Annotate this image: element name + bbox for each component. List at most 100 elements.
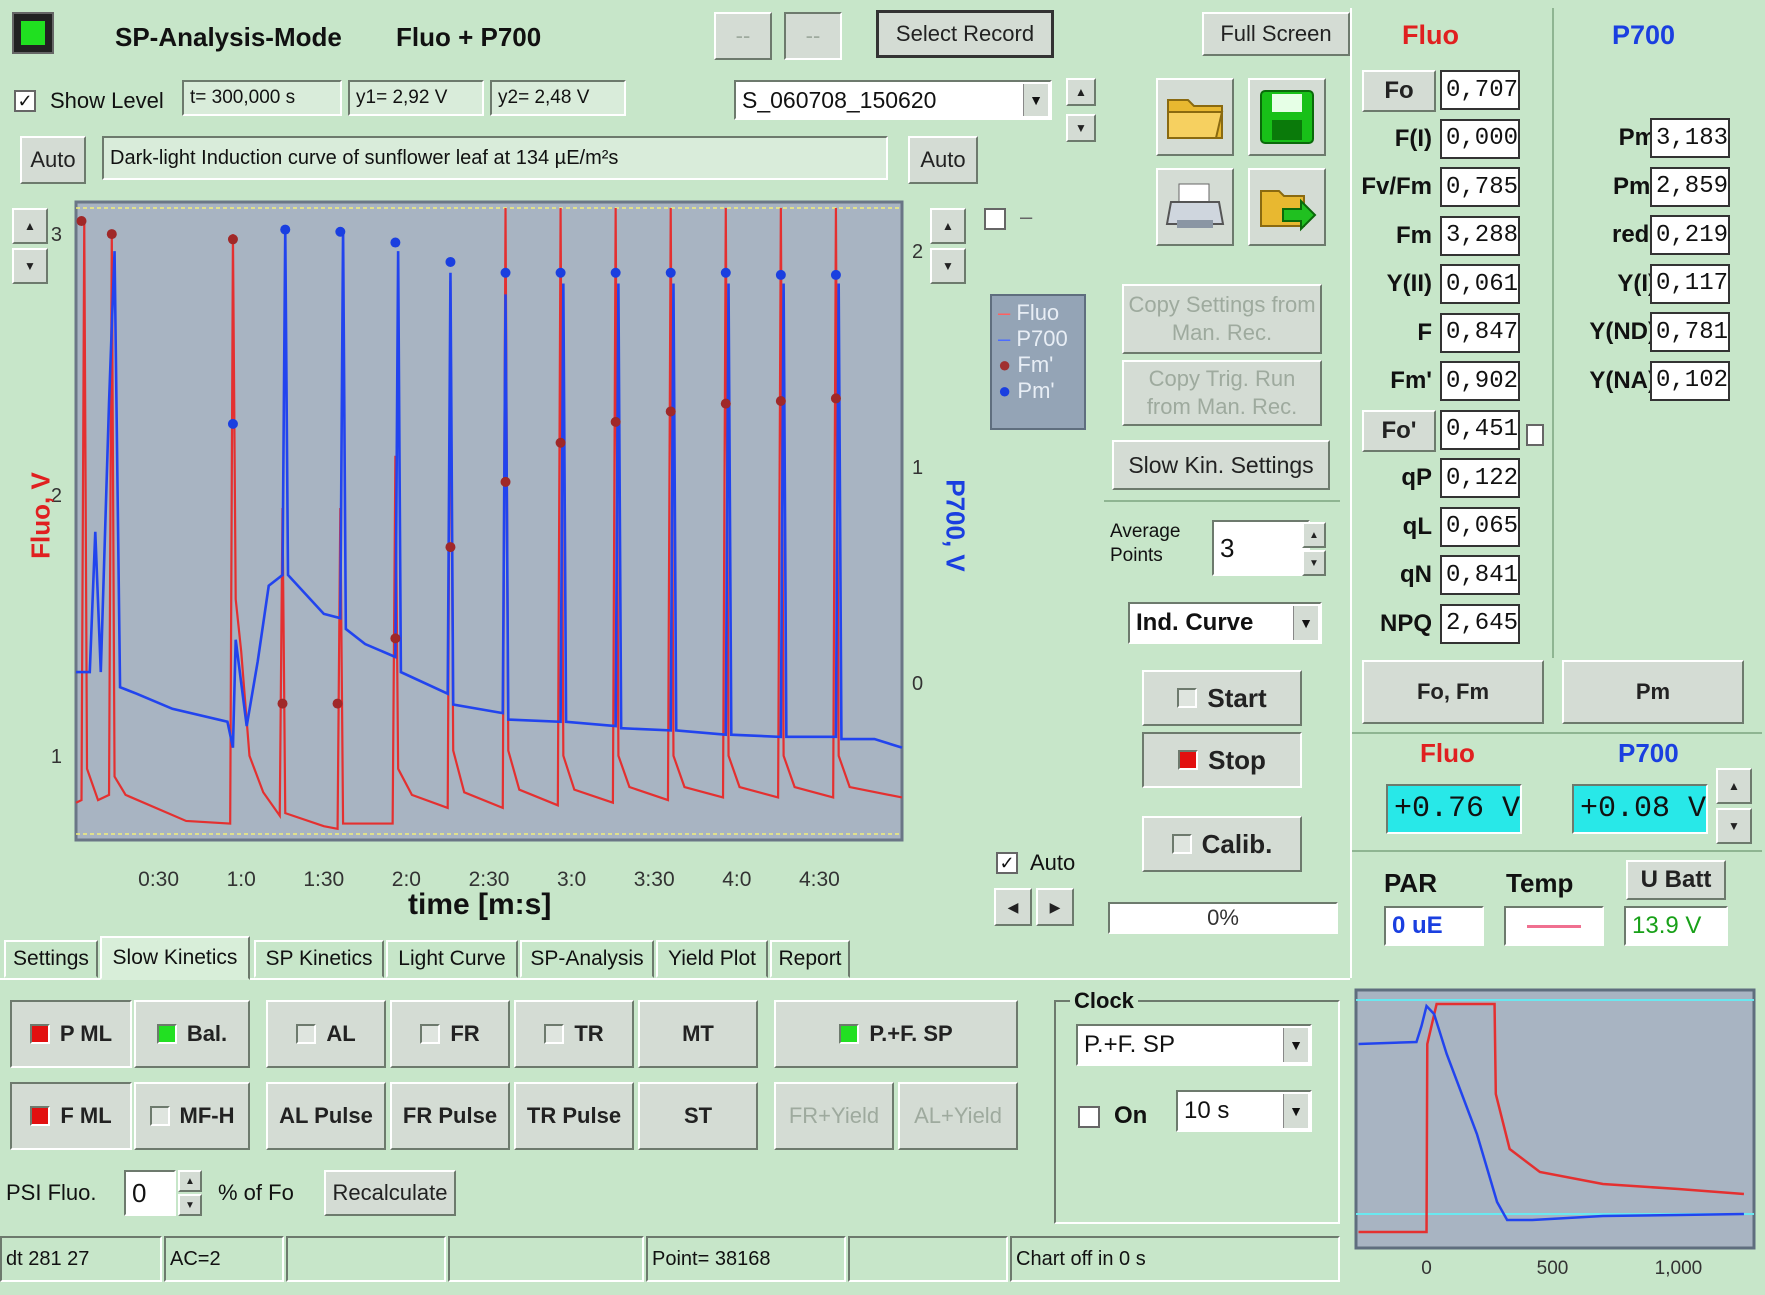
fo-fm-button[interactable]: Fo, Fm [1362,660,1544,724]
tr-pulse-button[interactable]: TR Pulse [514,1082,634,1150]
p-ml-button[interactable]: P ML [10,1000,132,1068]
reading-up-button[interactable]: ▲ [1716,768,1752,804]
fr-pulse-button[interactable]: FR Pulse [390,1082,510,1150]
t-readout: t= 300,000 s [182,80,342,116]
fluo-param-name[interactable]: Fo' [1362,409,1436,452]
fluo-param-name: qL [1402,512,1432,540]
extra-checkbox-dash: – [1020,204,1033,229]
tab-sp-analysis[interactable]: SP-Analysis [520,940,654,978]
auto-scale-checkbox[interactable]: ✓ [996,852,1018,874]
mt-button[interactable]: MT [638,1000,758,1068]
auto-left-button[interactable]: Auto [20,136,86,184]
scroll-right-button[interactable]: ▶ [1036,888,1074,926]
prev-button[interactable]: -- [714,12,772,60]
fluo-param-name: F [1417,318,1432,346]
psi-up-button[interactable]: ▲ [178,1170,202,1192]
clock-on-checkbox[interactable] [1078,1106,1100,1128]
x-tick-label: 3:30 [634,868,675,891]
pm-button[interactable]: Pm [1562,660,1744,724]
fluo-param-value: 0,065 [1440,506,1520,547]
tab-report[interactable]: Report [770,940,850,978]
chevron-down-icon[interactable]: ▼ [1023,84,1048,116]
p700-param-name: Y(I) [1617,269,1656,297]
fr-button[interactable]: FR [390,1000,510,1068]
slow-kin-settings-button[interactable]: Slow Kin. Settings [1112,440,1330,490]
start-button[interactable]: Start [1142,670,1302,726]
copy-trig-run-button[interactable]: Copy Trig. Run from Man. Rec. [1122,360,1322,426]
tab-yield-plot[interactable]: Yield Plot [656,940,768,978]
avg-down-button[interactable]: ▼ [1302,550,1326,576]
p700-param-value: 2,859 [1650,166,1730,207]
p700-param-value: 0,102 [1650,360,1730,401]
induction-chart[interactable]: 0:30 1:0 1:30 2:0 2:30 3:0 3:30 4:0 4:30123012 [0,190,1000,930]
open-folder-button[interactable] [1156,78,1234,156]
p700-param-name: Pm [1618,124,1656,151]
clock-interval-select[interactable]: 10 s ▼ [1176,1090,1312,1132]
chevron-down-icon[interactable]: ▼ [1293,606,1318,640]
al-button[interactable]: AL [266,1000,386,1068]
ubatt-button[interactable]: U Batt [1626,860,1726,900]
tab-light-curve[interactable]: Light Curve [386,940,518,978]
fm-prime-marker [445,542,456,553]
tab-slow-kinetics[interactable]: Slow Kinetics [100,936,250,980]
save-button[interactable] [1248,78,1326,156]
tab-sp-kinetics[interactable]: SP Kinetics [254,940,384,978]
psi-down-button[interactable]: ▼ [178,1194,202,1216]
pf-sp-button[interactable]: P.+F. SP [774,1000,1018,1068]
record-comment[interactable]: Dark-light Induction curve of sunflower … [102,136,888,180]
calib-button[interactable]: Calib. [1142,816,1302,872]
next-button[interactable]: -- [784,12,842,60]
chevron-down-icon[interactable]: ▼ [1283,1028,1308,1062]
fluo-param-name: Fm [1396,221,1432,249]
fluo-param-name: qP [1401,464,1432,491]
average-points-input[interactable]: 3 [1212,520,1310,576]
fr-yield-button[interactable]: FR+Yield [774,1082,894,1150]
recalculate-button[interactable]: Recalculate [324,1170,456,1216]
print-button[interactable] [1156,168,1234,246]
x-axis-label: time [m:s] [408,888,552,921]
clock-trigger-select[interactable]: P.+F. SP ▼ [1076,1024,1312,1066]
scroll-left-button[interactable]: ◀ [994,888,1032,926]
show-level-checkbox[interactable]: ✓ [14,90,36,112]
record-down-button[interactable]: ▼ [1066,114,1096,142]
fluo-param-name: qN [1400,561,1432,588]
reading-down-button[interactable]: ▼ [1716,808,1752,844]
full-screen-button[interactable]: Full Screen [1202,12,1350,56]
mf-h-indicator [149,1106,170,1126]
f-ml-button[interactable]: F ML [10,1082,132,1150]
record-name: S_060708_150620 [742,86,937,113]
al-yield-button[interactable]: AL+Yield [898,1082,1018,1150]
st-button[interactable]: ST [638,1082,758,1150]
fo-prime-checkbox[interactable] [1526,424,1544,446]
auto-right-button[interactable]: Auto [908,136,978,184]
record-up-button[interactable]: ▲ [1066,78,1096,106]
y-axis-right-label: P700, V [940,479,971,572]
psi-fluo-input[interactable]: 0 [124,1170,176,1216]
al-pulse-button[interactable]: AL Pulse [266,1082,386,1150]
record-select[interactable]: S_060708_150620 ▼ [734,80,1052,120]
legend-item-pm: ● Pm' [998,378,1055,403]
tab-settings[interactable]: Settings [4,940,98,978]
clock-on-label: On [1114,1102,1148,1129]
chevron-down-icon[interactable]: ▼ [1283,1094,1308,1128]
mf-h-button[interactable]: MF-H [134,1082,250,1150]
legend-item-fm: ● Fm' [998,352,1054,377]
mini-x-tick-label: 500 [1537,1258,1569,1279]
select-record-button[interactable]: Select Record [876,10,1054,58]
bal-button[interactable]: Bal. [134,1000,250,1068]
fluo-param-name[interactable]: Fo [1362,70,1436,112]
curve-type-select[interactable]: Ind. Curve ▼ [1128,602,1322,644]
average-points-label: Average Points [1110,521,1181,566]
par-value: 0 uE [1384,906,1484,946]
pm-prime-marker [775,269,786,280]
pf-sp-indicator [839,1024,860,1044]
x-tick-label: 3:0 [557,868,586,891]
tr-button[interactable]: TR [514,1000,634,1068]
status-dt: dt 281 27 [0,1236,162,1282]
stop-button[interactable]: Stop [1142,732,1302,788]
fluo-reading-label: Fluo [1420,738,1475,768]
p700-param-name: Pm' [1612,172,1656,200]
export-button[interactable] [1248,168,1326,246]
avg-up-button[interactable]: ▲ [1302,522,1326,548]
copy-settings-button[interactable]: Copy Settings from Man. Rec. [1122,284,1322,354]
